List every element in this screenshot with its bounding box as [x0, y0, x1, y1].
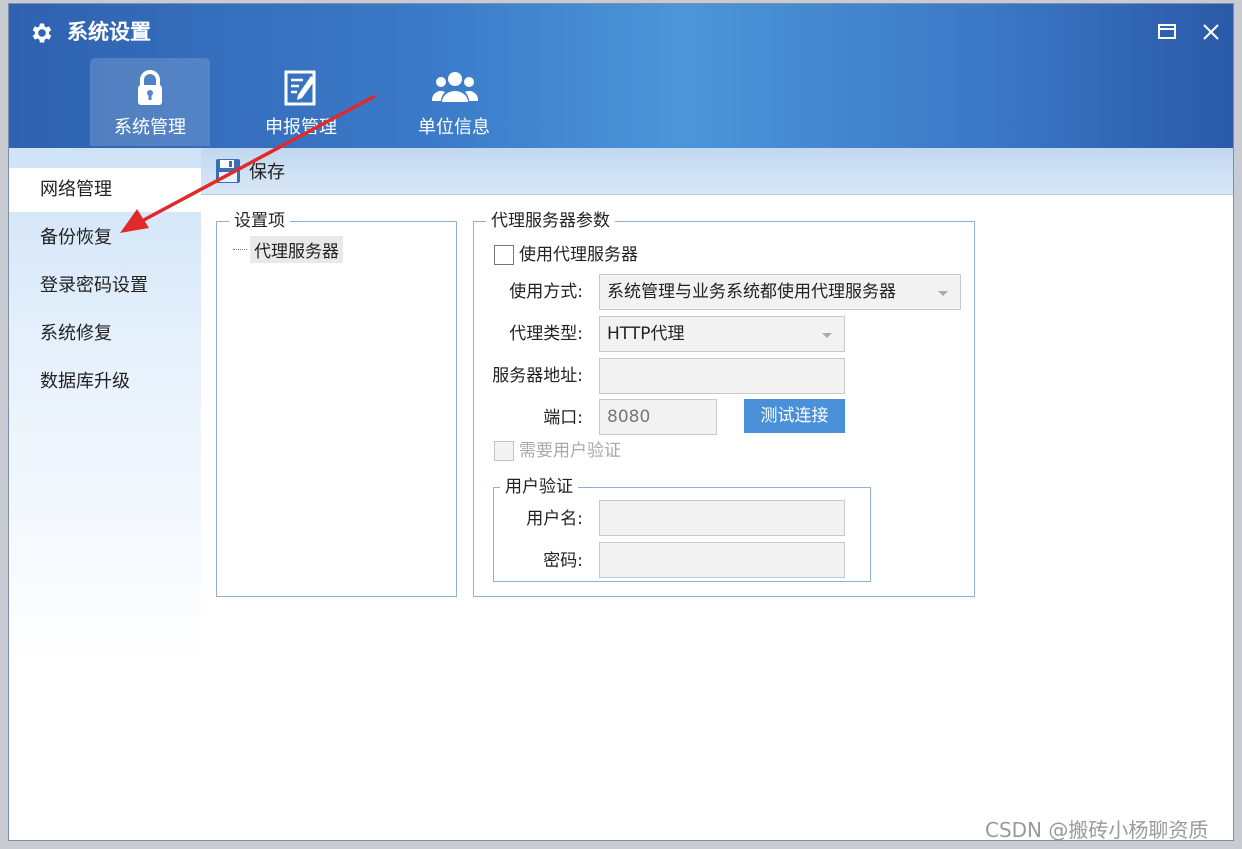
tree-node-proxy: 代理服务器	[233, 236, 343, 263]
type-label: 代理类型:	[509, 324, 583, 344]
tab-label: 系统管理	[114, 117, 186, 138]
server-address-input[interactable]	[599, 358, 845, 394]
toolbar: 保存	[201, 148, 1233, 195]
sidebar-item-system-repair[interactable]: 系统修复	[9, 312, 201, 356]
use-proxy-checkbox[interactable]	[494, 245, 514, 265]
username-input[interactable]	[599, 500, 845, 536]
password-label: 密码:	[543, 551, 583, 571]
settings-tree-group: 设置项 代理服务器	[216, 210, 457, 597]
mode-value: 系统管理与业务系统都使用代理服务器	[607, 282, 896, 302]
floppy-disk-icon	[216, 159, 240, 183]
tab-declaration-management[interactable]: 申报管理	[241, 58, 361, 146]
lock-icon	[138, 70, 162, 105]
user-auth-legend: 用户验证	[500, 476, 578, 498]
mode-label: 使用方式:	[509, 282, 583, 302]
settings-window: 系统设置 系统管理 申报管理 单位信息 网络管理 备份恢复 登录密码设置 系统修…	[8, 3, 1234, 841]
mode-select[interactable]: 系统管理与业务系统都使用代理服务器	[599, 274, 961, 310]
tab-unit-info[interactable]: 单位信息	[394, 58, 514, 146]
proxy-params-legend: 代理服务器参数	[486, 210, 615, 232]
address-label: 服务器地址:	[492, 366, 583, 386]
sidebar-item-login-password[interactable]: 登录密码设置	[9, 264, 201, 308]
proxy-type-value: HTTP代理	[607, 324, 685, 344]
sidebar-item-network-management[interactable]: 网络管理	[9, 168, 201, 212]
users-icon	[431, 72, 479, 102]
chevron-down-icon	[822, 333, 832, 338]
tab-label: 单位信息	[418, 117, 490, 138]
save-button[interactable]: 保存	[215, 157, 285, 185]
port-input[interactable]	[599, 399, 717, 435]
tree-connector	[233, 249, 247, 250]
username-label: 用户名:	[526, 509, 583, 529]
sidebar-item-backup-restore[interactable]: 备份恢复	[9, 216, 201, 260]
window-title: 系统设置	[67, 20, 151, 44]
use-proxy-label: 使用代理服务器	[519, 245, 638, 265]
need-auth-checkbox[interactable]	[494, 441, 514, 461]
password-input[interactable]	[599, 542, 845, 578]
edit-form-icon	[284, 70, 316, 106]
window-header: 系统设置 系统管理 申报管理 单位信息	[9, 4, 1233, 148]
watermark: CSDN @搬砖小杨聊资质	[985, 818, 1209, 842]
proxy-type-select[interactable]: HTTP代理	[599, 316, 845, 352]
close-icon[interactable]	[1199, 20, 1223, 44]
port-label: 端口:	[543, 408, 583, 428]
settings-tree-legend: 设置项	[229, 210, 290, 232]
maximize-icon[interactable]	[1155, 20, 1179, 44]
save-label: 保存	[249, 162, 285, 183]
gear-icon	[32, 23, 52, 43]
test-connection-button[interactable]: 测试连接	[744, 399, 845, 433]
sidebar-item-database-upgrade[interactable]: 数据库升级	[9, 360, 201, 404]
tab-system-management[interactable]: 系统管理	[90, 58, 210, 146]
tree-node-proxy-label[interactable]: 代理服务器	[250, 236, 343, 263]
chevron-down-icon	[938, 291, 948, 296]
sidebar: 网络管理 备份恢复 登录密码设置 系统修复 数据库升级	[9, 148, 201, 840]
need-auth-label: 需要用户验证	[519, 441, 621, 461]
tab-label: 申报管理	[265, 117, 337, 138]
